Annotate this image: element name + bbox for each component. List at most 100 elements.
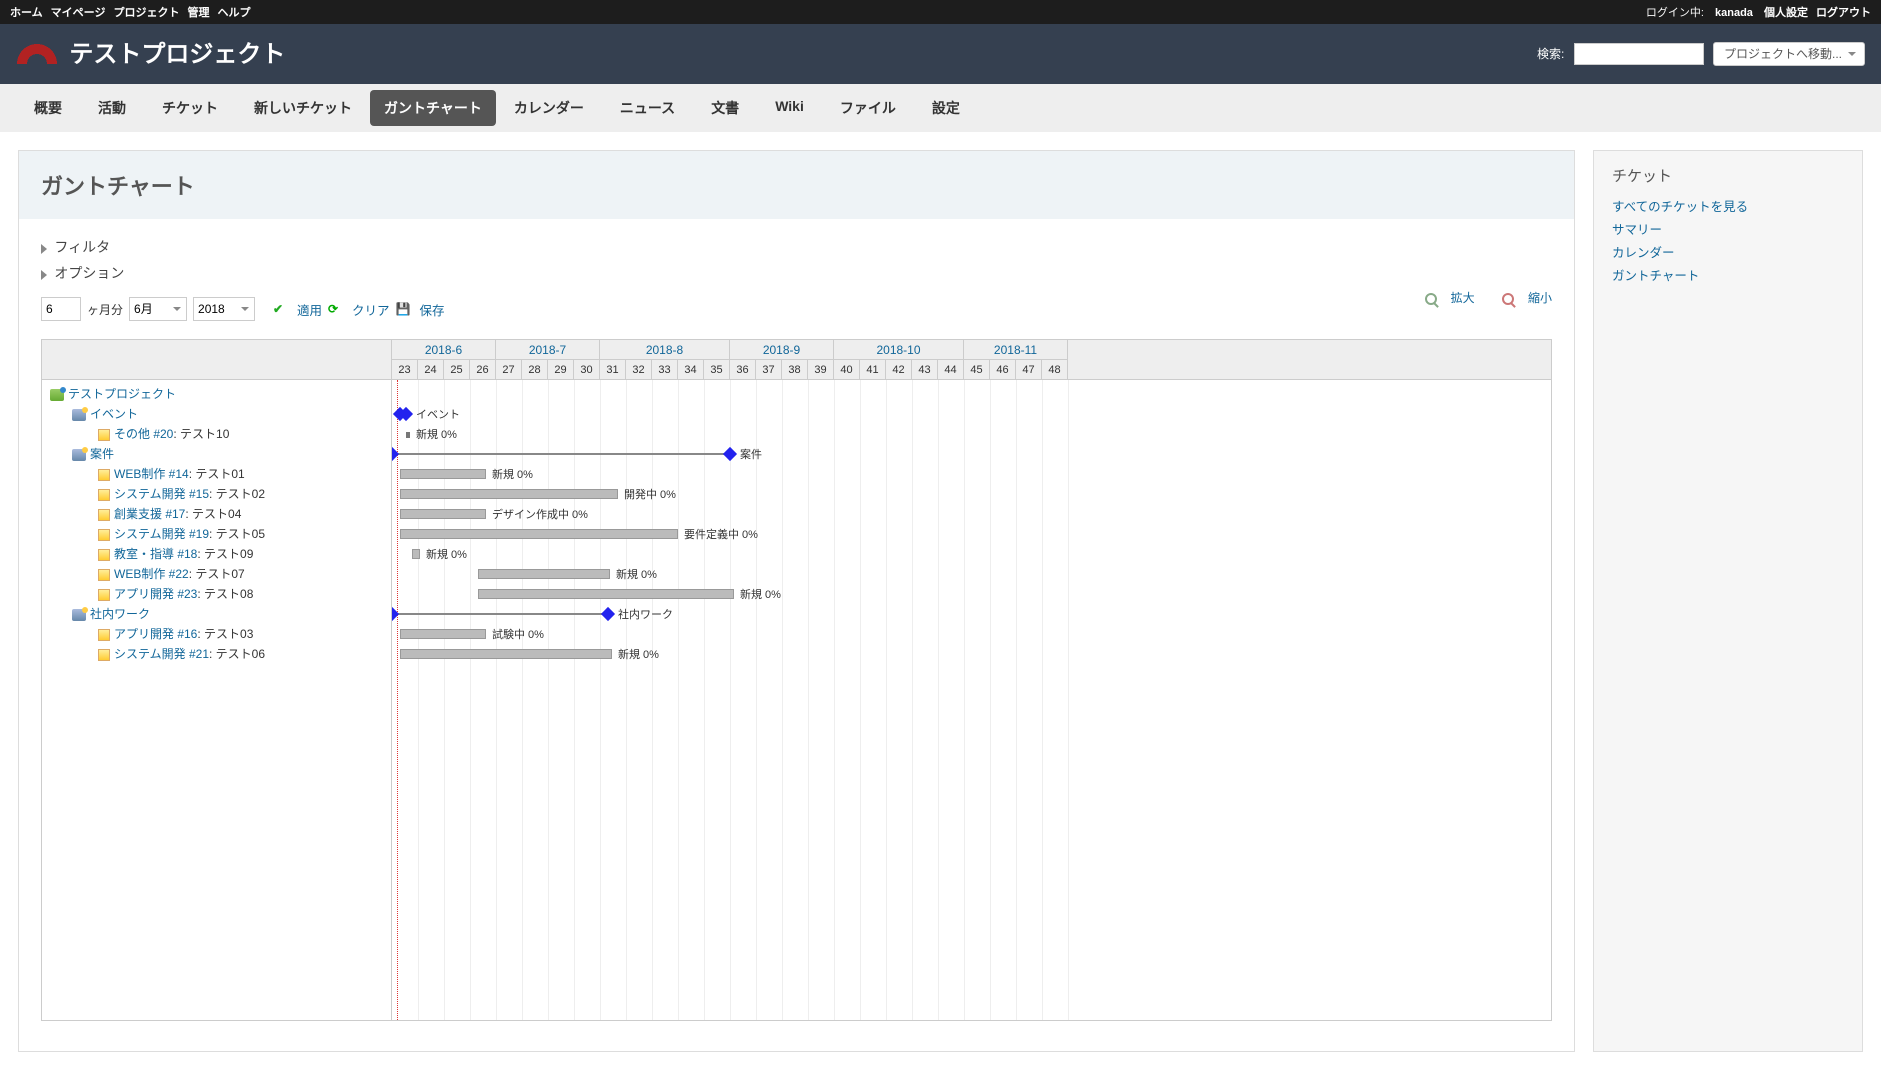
sidebar-link[interactable]: サマリー (1612, 219, 1844, 238)
save-button[interactable]: 保存 (420, 300, 445, 319)
apply-button[interactable]: 適用 (297, 300, 322, 319)
gantt-row: 新規 0% (392, 464, 1551, 484)
issue-suffix: : テスト05 (209, 527, 265, 541)
issue-link[interactable]: その他 #20 (114, 427, 173, 441)
issue-link[interactable]: システム開発 #19 (114, 527, 209, 541)
gantt-subject-issue[interactable]: その他 #20: テスト10 (42, 424, 391, 444)
project-title: テストプロジェクト (69, 41, 285, 68)
top-menu-ログアウト[interactable]: ログアウト (1816, 7, 1871, 19)
gantt-subject-issue[interactable]: システム開発 #19: テスト05 (42, 524, 391, 544)
gantt-week-header: 38 (782, 360, 808, 379)
issue-link[interactable]: アプリ開発 #23 (114, 587, 197, 601)
gantt-bar-label: 要件定義中 0% (684, 526, 758, 542)
subject-link[interactable]: 社内ワーク (90, 607, 150, 621)
tab-カレンダー[interactable]: カレンダー (496, 84, 602, 132)
sidebar-link[interactable]: すべてのチケットを見る (1612, 196, 1844, 215)
gantt-subject-issue[interactable]: アプリ開発 #23: テスト08 (42, 584, 391, 604)
gantt-subject-issue[interactable]: アプリ開発 #16: テスト03 (42, 624, 391, 644)
issue-icon (98, 529, 110, 541)
gantt-bar[interactable] (478, 589, 734, 599)
tab-Wiki[interactable]: Wiki (757, 84, 822, 128)
save-icon: 💾 (396, 302, 410, 316)
top-menu-ホーム[interactable]: ホーム (10, 7, 43, 19)
sidebar-link[interactable]: カレンダー (1612, 242, 1844, 261)
subject-link[interactable]: テストプロジェクト (68, 387, 176, 401)
issue-suffix: : テスト08 (197, 587, 253, 601)
tab-活動[interactable]: 活動 (80, 84, 144, 132)
issue-link[interactable]: システム開発 #15 (114, 487, 209, 501)
clear-button[interactable]: クリア (352, 300, 390, 319)
tab-設定[interactable]: 設定 (914, 84, 978, 132)
gantt-row: 試験中 0% (392, 624, 1551, 644)
top-menu-ヘルプ[interactable]: ヘルプ (217, 7, 250, 19)
gantt-bar[interactable] (478, 569, 610, 579)
tab-文書[interactable]: 文書 (693, 84, 757, 132)
top-menu-プロジェクト[interactable]: プロジェクト (113, 7, 179, 19)
subject-link[interactable]: イベント (90, 407, 138, 421)
issue-link[interactable]: アプリ開発 #16 (114, 627, 197, 641)
search-input[interactable] (1574, 43, 1704, 65)
gantt-bar-label: 新規 0% (426, 546, 467, 562)
gantt-week-header: 33 (652, 360, 678, 379)
month-select[interactable]: 6月 (129, 297, 187, 321)
gantt-subject-issue[interactable]: 創業支援 #17: テスト04 (42, 504, 391, 524)
gantt-bar[interactable] (412, 549, 420, 559)
months-label: ヶ月分 (87, 301, 123, 318)
issue-icon (98, 629, 110, 641)
filter-legend: フィルタ (54, 239, 110, 255)
options-fieldset[interactable]: オプション (41, 263, 1552, 283)
top-menu-マイページ[interactable]: マイページ (51, 7, 106, 19)
logged-in-user-link[interactable]: kanada (1715, 7, 1753, 19)
gantt-subject-version[interactable]: 社内ワーク (42, 604, 391, 624)
reload-icon: ⟳ (328, 302, 342, 316)
gantt-subject-issue[interactable]: 教室・指導 #18: テスト09 (42, 544, 391, 564)
project-jump-dropdown[interactable]: プロジェクトへ移動... (1713, 42, 1865, 66)
gantt-bar[interactable] (400, 529, 678, 539)
top-menu-個人設定[interactable]: 個人設定 (1764, 7, 1808, 19)
project-icon (16, 40, 58, 64)
issue-link[interactable]: 教室・指導 #18 (114, 547, 197, 561)
gantt-subject-issue[interactable]: WEB制作 #14: テスト01 (42, 464, 391, 484)
issue-suffix: : テスト10 (173, 427, 229, 441)
gantt-bar[interactable] (400, 649, 612, 659)
top-menu-管理[interactable]: 管理 (187, 7, 209, 19)
issue-link[interactable]: WEB制作 #14 (114, 467, 189, 481)
gantt-week-header: 45 (964, 360, 990, 379)
filter-fieldset[interactable]: フィルタ (41, 237, 1552, 257)
zoom-out-button[interactable]: 縮小 (1490, 291, 1552, 305)
issue-icon (98, 429, 110, 441)
search-label: 検索: (1537, 47, 1564, 61)
gantt-row: 新規 0% (392, 564, 1551, 584)
gantt-bar-label: デザイン作成中 0% (492, 506, 588, 522)
tab-ガントチャート[interactable]: ガントチャート (370, 90, 496, 126)
gantt-week-header: 28 (522, 360, 548, 379)
gantt-bar[interactable] (400, 509, 486, 519)
gantt-subject-version[interactable]: 案件 (42, 444, 391, 464)
issue-link[interactable]: 創業支援 #17 (114, 507, 185, 521)
gantt-subject-issue[interactable]: システム開発 #15: テスト02 (42, 484, 391, 504)
gantt-week-header: 39 (808, 360, 834, 379)
sidebar-link[interactable]: ガントチャート (1612, 265, 1844, 284)
logged-in-as-label: ログイン中: (1646, 7, 1704, 19)
zoom-in-button[interactable]: 拡大 (1413, 291, 1475, 305)
tab-ニュース[interactable]: ニュース (602, 84, 693, 132)
issue-link[interactable]: WEB制作 #22 (114, 567, 189, 581)
tab-ファイル[interactable]: ファイル (822, 84, 914, 132)
gantt-bar[interactable] (400, 489, 618, 499)
diamond-icon (392, 447, 399, 461)
gantt-month-header: 2018-6 (392, 340, 496, 360)
gantt-version-label: イベント (416, 406, 460, 422)
gantt-bar[interactable] (400, 629, 486, 639)
tab-概要[interactable]: 概要 (16, 84, 80, 132)
subject-link[interactable]: 案件 (90, 447, 114, 461)
gantt-subject-issue[interactable]: WEB制作 #22: テスト07 (42, 564, 391, 584)
tab-新しいチケット[interactable]: 新しいチケット (236, 84, 370, 132)
gantt-subject-issue[interactable]: システム開発 #21: テスト06 (42, 644, 391, 664)
gantt-bar[interactable] (400, 469, 486, 479)
options-legend: オプション (54, 265, 124, 281)
tab-チケット[interactable]: チケット (144, 84, 236, 132)
months-count-input[interactable] (41, 297, 81, 321)
issue-link[interactable]: システム開発 #21 (114, 647, 209, 661)
year-select[interactable]: 2018 (193, 297, 255, 321)
gantt-subject-version[interactable]: イベント (42, 404, 391, 424)
